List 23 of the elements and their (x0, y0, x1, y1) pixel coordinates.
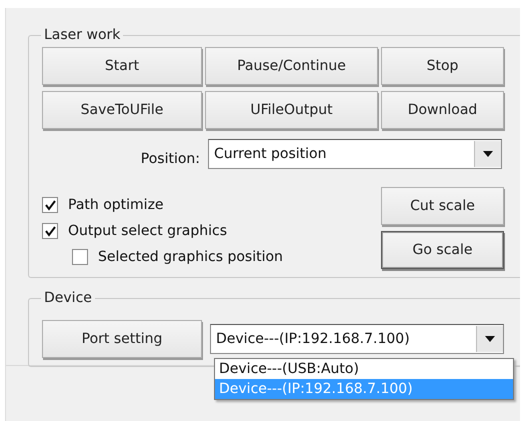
checkbox-label: Selected graphics position (98, 249, 283, 265)
checkbox[interactable] (72, 249, 88, 265)
action-button[interactable]: SaveToUFile (42, 91, 202, 129)
dropdown-option[interactable]: Device---(USB:Auto) (215, 359, 513, 379)
checkbox-label: Output select graphics (68, 223, 227, 239)
checkbox-label: Path optimize (68, 197, 164, 213)
scale-button[interactable]: Go scale (381, 231, 504, 269)
device-dropdown[interactable]: Device---(IP:192.168.7.100) (210, 324, 504, 354)
scale-button[interactable]: Cut scale (381, 187, 504, 225)
checkbox[interactable] (42, 223, 58, 239)
action-button[interactable]: Download (381, 91, 504, 129)
position-label: Position: (140, 150, 200, 167)
action-button[interactable]: UFileOutput (205, 91, 378, 129)
dropdown-arrow-icon (483, 151, 493, 157)
port-setting-button[interactable]: Port setting (42, 320, 202, 358)
action-button[interactable]: Pause/Continue (205, 47, 378, 85)
action-button[interactable]: Start (42, 47, 202, 85)
dropdown-arrow-icon (485, 336, 495, 342)
position-dropdown[interactable]: Current position (208, 139, 502, 169)
group-title: Laser work (43, 27, 122, 43)
group-title: Device (43, 290, 93, 306)
action-button[interactable]: Stop (381, 47, 504, 85)
checkbox[interactable] (42, 197, 58, 213)
